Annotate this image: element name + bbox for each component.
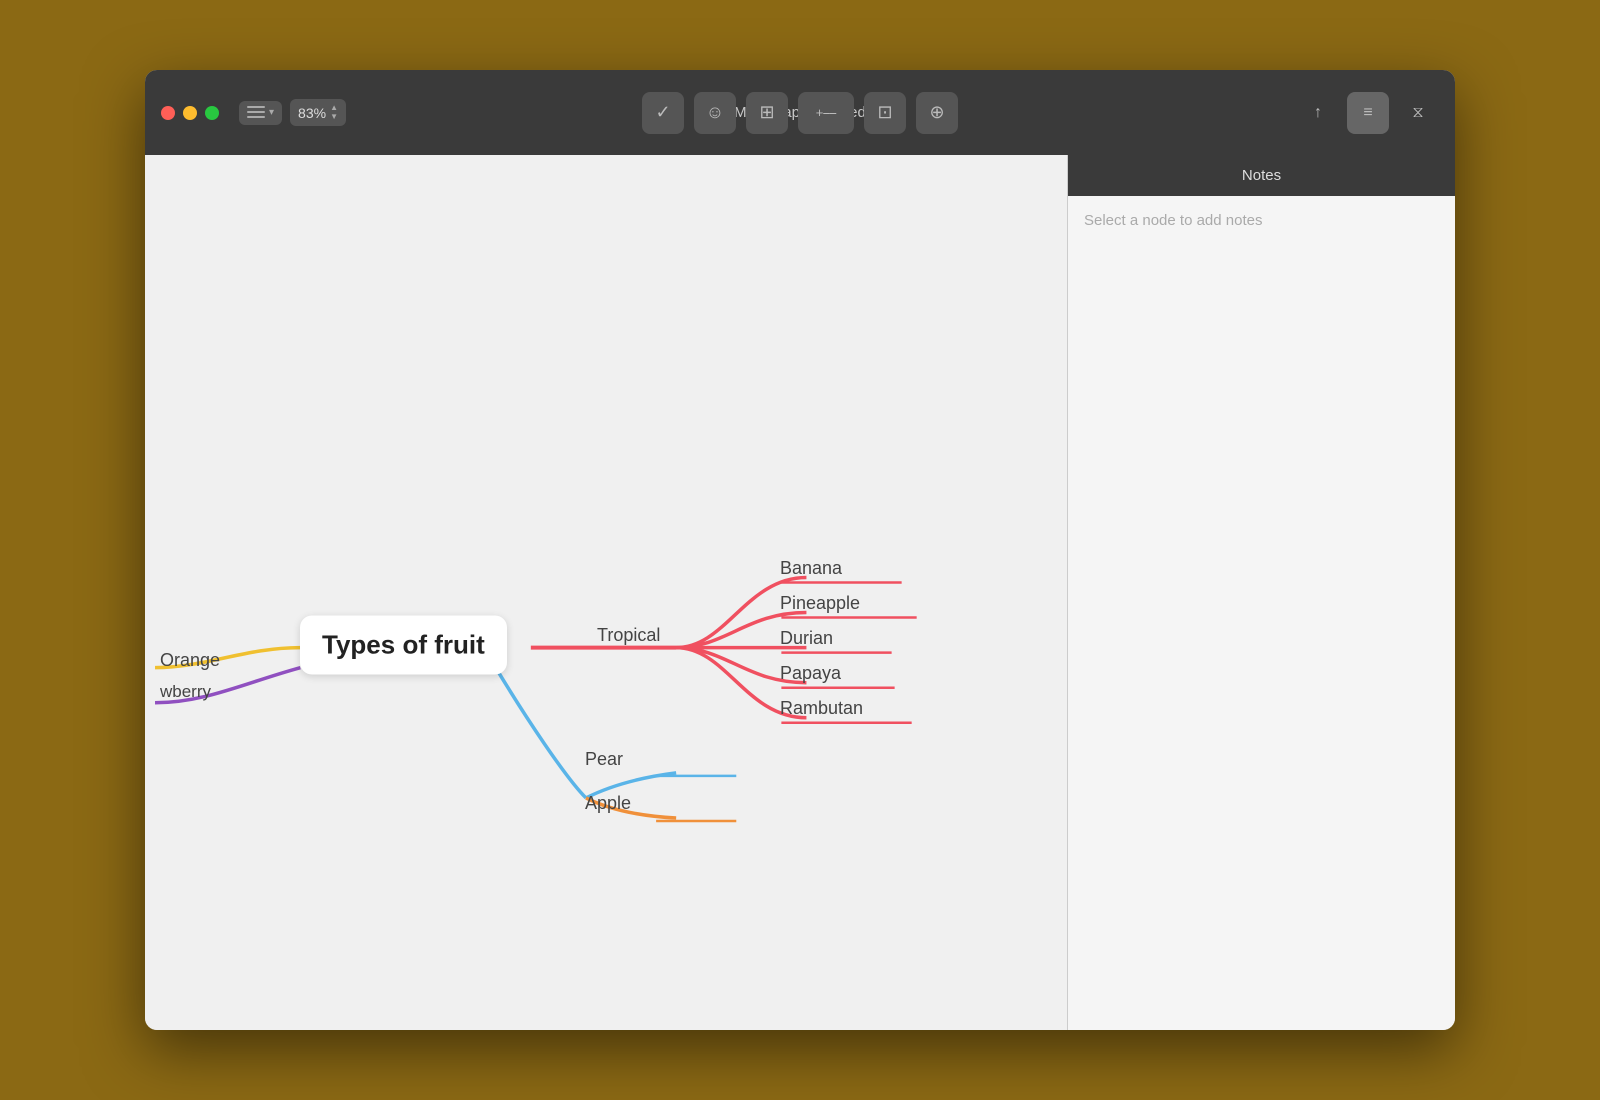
traffic-lights [161, 106, 219, 120]
app-window: ▾ 83% ▲ ▼ Mind Map — Edited ✓ ☺ ⊞ +⎯⎯ ⊡ … [145, 70, 1455, 1030]
durian-label[interactable]: Durian [780, 628, 833, 649]
toolbar-right: ↑ ≡ ⧖ [1297, 92, 1439, 134]
checkmark-button[interactable]: ✓ [642, 92, 684, 134]
canvas-area[interactable]: Types of fruit Tropical Banana Pineapple… [145, 155, 1067, 1030]
titlebar-left-controls: ▾ 83% ▲ ▼ [239, 99, 346, 126]
notes-placeholder: Select a node to add notes [1084, 212, 1262, 229]
tropical-label[interactable]: Tropical [597, 625, 660, 646]
apple-label[interactable]: Apple [585, 793, 631, 814]
banana-label[interactable]: Banana [780, 558, 842, 579]
notes-header: Notes [1068, 155, 1455, 196]
sidebar-toggle-button[interactable]: ▾ [239, 101, 282, 125]
image-button[interactable]: ⊞ [746, 92, 788, 134]
notes-panel-button[interactable]: ≡ [1347, 92, 1389, 134]
zoom-control[interactable]: 83% ▲ ▼ [290, 99, 346, 126]
add-branch-button[interactable]: +⎯⎯ [798, 92, 854, 134]
chevron-down-icon: ▾ [269, 107, 274, 118]
sidebar-icon [247, 106, 265, 120]
add-child-button[interactable]: ⊕ [916, 92, 958, 134]
strawberry-label[interactable]: wberry [160, 682, 211, 702]
orange-label[interactable]: Orange [160, 650, 220, 671]
titlebar: ▾ 83% ▲ ▼ Mind Map — Edited ✓ ☺ ⊞ +⎯⎯ ⊡ … [145, 70, 1455, 155]
zoom-value: 83% [298, 105, 326, 121]
connect-button[interactable]: ⊡ [864, 92, 906, 134]
close-button[interactable] [161, 106, 175, 120]
face-button[interactable]: ☺ [694, 92, 736, 134]
notes-panel: Notes Select a node to add notes [1067, 155, 1455, 1030]
main-content: Types of fruit Tropical Banana Pineapple… [145, 155, 1455, 1030]
share-button[interactable]: ↑ [1297, 92, 1339, 134]
notes-body[interactable]: Select a node to add notes [1068, 196, 1455, 1030]
zoom-stepper: ▲ ▼ [330, 104, 338, 121]
rambutan-label[interactable]: Rambutan [780, 698, 863, 719]
toolbar-center: ✓ ☺ ⊞ +⎯⎯ ⊡ ⊕ [642, 92, 958, 134]
mindmap-svg [145, 155, 1067, 1030]
papaya-label[interactable]: Papaya [780, 663, 841, 684]
pear-label[interactable]: Pear [585, 749, 623, 770]
maximize-button[interactable] [205, 106, 219, 120]
central-node[interactable]: Types of fruit [300, 616, 507, 675]
pineapple-label[interactable]: Pineapple [780, 593, 860, 614]
minimize-button[interactable] [183, 106, 197, 120]
filter-button[interactable]: ⧖ [1397, 92, 1439, 134]
